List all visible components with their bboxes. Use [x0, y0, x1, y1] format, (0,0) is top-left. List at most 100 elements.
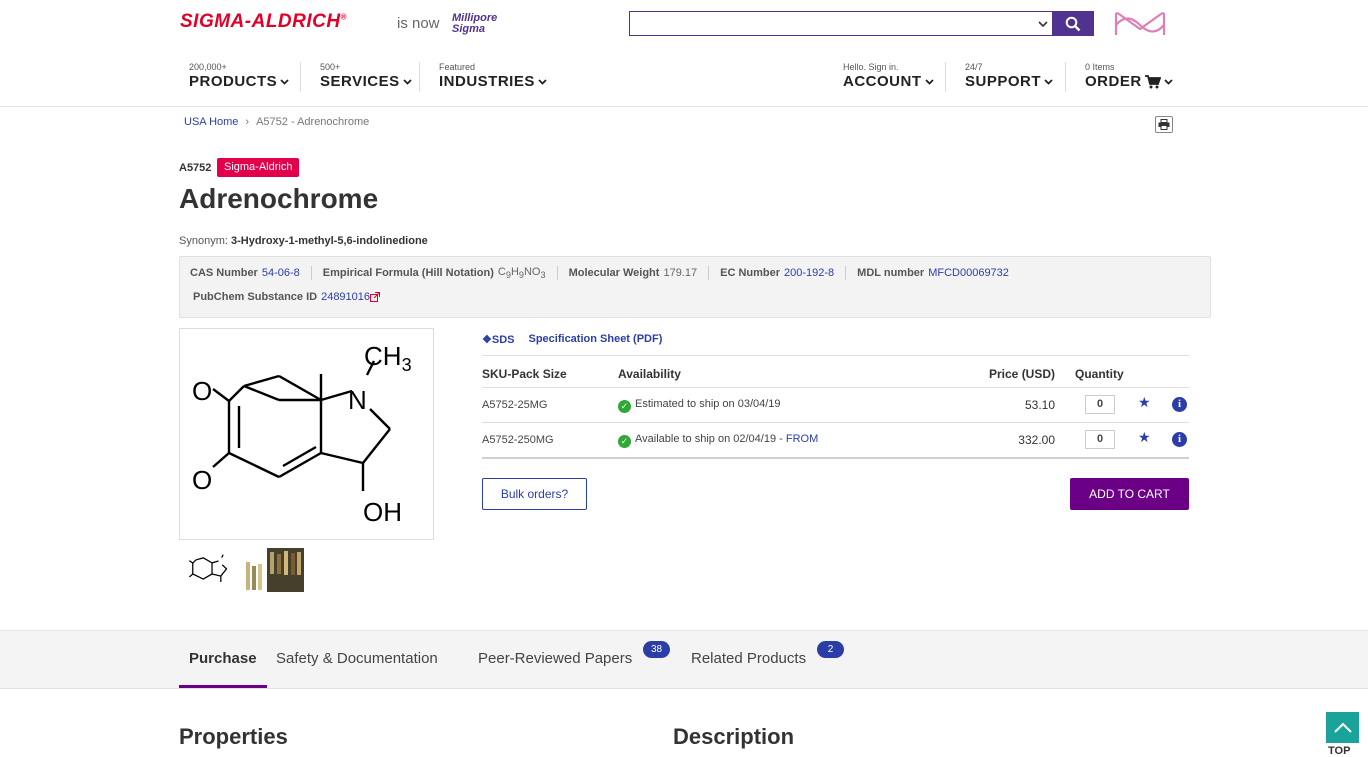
sigma-aldrich-logo[interactable]: SIGMA-ALDRICH® [180, 11, 347, 33]
ec-link[interactable]: 200-192-8 [784, 267, 834, 279]
oxygen-label-1: O [192, 376, 212, 406]
nav-services-count: 500+ [320, 62, 341, 72]
breadcrumb-home-link[interactable]: USA Home [184, 116, 238, 128]
vials-photo [244, 548, 304, 592]
merck-m-logo[interactable] [1113, 9, 1167, 39]
nav-services[interactable]: 500+ SERVICES [320, 62, 412, 91]
cart-icon [1144, 75, 1161, 89]
synonym-value: 3-Hydroxy-1-methyl-5,6-indolinedione [230, 235, 428, 247]
breadcrumb-separator: › [245, 116, 250, 128]
nav-industries[interactable]: Featured INDUSTRIES [439, 62, 547, 91]
table-row-divider [482, 422, 1189, 423]
properties-heading: Properties [179, 724, 288, 749]
sku-cell: A5752-25MG [482, 399, 548, 411]
chevron-down-icon [538, 79, 547, 85]
milliporesigma-logo-graphic: Millipore Sigma [452, 12, 497, 35]
description-heading: Description [673, 724, 795, 749]
spec-sheet-link[interactable]: Specification Sheet (PDF) [529, 333, 663, 346]
favorite-star-icon[interactable]: ★ [1138, 394, 1151, 411]
header-price: Price (USD) [989, 367, 1056, 381]
info-icon[interactable]: i [1172, 397, 1187, 412]
chevron-down-icon [924, 79, 934, 85]
chevron-up-icon [1333, 722, 1352, 733]
ec-number: EC Number 200-192-8 [708, 266, 845, 280]
formula-value: C9H9NO3 [497, 265, 546, 281]
availability-cell: ✓ Estimated to ship on 03/04/19 [618, 398, 781, 413]
quantity-input[interactable]: 0 [1085, 430, 1115, 449]
bulk-orders-button[interactable]: Bulk orders? [482, 478, 587, 510]
nav-divider [419, 62, 420, 92]
mw-value: 179.17 [663, 267, 698, 279]
back-to-top-button[interactable] [1326, 712, 1359, 743]
external-link-icon[interactable] [370, 292, 381, 302]
registered-mark: ® [340, 12, 348, 22]
is-now-text: is now [397, 15, 440, 32]
mdl-number: MDL number MFCD00069732 [845, 266, 1020, 280]
tab-related-products[interactable]: Related Products [691, 650, 806, 667]
availability-cell: ✓ Available to ship on 02/04/19 - FROM [618, 433, 818, 448]
breadcrumb: USA Home › A5752 - Adrenochrome [184, 116, 369, 128]
chevron-down-icon [280, 79, 289, 85]
cas-label: CAS Number [190, 267, 258, 279]
logo-text: SIGMA-ALDRICH [180, 11, 341, 32]
sds-label: SDS [491, 334, 515, 346]
info-icon[interactable]: i [1172, 432, 1187, 447]
mw-label: Molecular Weight [568, 267, 660, 279]
nav-products-label: PRODUCTS [189, 73, 278, 90]
document-links: ❖SDS Specification Sheet (PDF) [482, 333, 662, 346]
mdl-link[interactable]: MFCD00069732 [928, 267, 1009, 279]
product-properties-box: CAS Number 54-06-8 Empirical Formula (Hil… [179, 256, 1211, 318]
check-icon: ✓ [618, 435, 631, 448]
breadcrumb-current: A5752 - Adrenochrome [256, 116, 370, 128]
nav-account-label: ACCOUNT [843, 73, 922, 90]
nav-divider [1065, 62, 1066, 92]
tab-safety-documentation[interactable]: Safety & Documentation [276, 650, 438, 667]
cas-link[interactable]: 54-06-8 [262, 267, 300, 279]
molecular-weight: Molecular Weight 179.17 [556, 266, 709, 280]
m-logo-icon [1114, 12, 1166, 35]
site-header: SIGMA-ALDRICH® is now Millipore Sigma 20… [0, 0, 1368, 107]
cas-number: CAS Number 54-06-8 [190, 266, 311, 280]
sds-icon: ❖ [482, 334, 492, 346]
quantity-input[interactable]: 0 [1085, 395, 1115, 414]
search-button[interactable] [1052, 11, 1094, 36]
nav-products[interactable]: 200,000+ PRODUCTS [189, 62, 289, 91]
milliporesigma-logo[interactable]: Millipore Sigma [452, 11, 530, 35]
formula-label: Empirical Formula (Hill Notation) [322, 267, 494, 279]
nav-industries-label: INDUSTRIES [439, 73, 535, 90]
back-to-top-label: TOP [1328, 745, 1351, 757]
nav-products-count: 200,000+ [189, 62, 227, 72]
nav-support[interactable]: 24/7 SUPPORT [965, 62, 1053, 91]
sds-link[interactable]: ❖SDS [482, 333, 515, 346]
product-photo-thumbnail[interactable] [244, 548, 304, 592]
nitrogen-label: N [348, 385, 367, 415]
print-button[interactable] [1155, 116, 1173, 133]
empirical-formula: Empirical Formula (Hill Notation) C9H9NO3 [310, 265, 557, 281]
favorite-star-icon[interactable]: ★ [1138, 429, 1151, 446]
product-title: Adrenochrome [179, 183, 379, 214]
from-link[interactable]: FROM [786, 433, 818, 445]
methyl-label: CH3 [364, 341, 412, 375]
structure-image[interactable]: O O N CH3 OH [179, 328, 434, 540]
add-to-cart-button[interactable]: ADD TO CART [1070, 478, 1189, 510]
nav-account[interactable]: Hello. Sign in. ACCOUNT [843, 62, 934, 91]
pubchem-label: PubChem Substance ID [193, 291, 318, 303]
active-tab-indicator [179, 685, 267, 688]
nav-order-label: ORDER [1085, 73, 1142, 90]
table-bottom-divider [482, 457, 1189, 459]
nav-order-count: 0 Items [1085, 62, 1115, 72]
ec-label: EC Number [720, 267, 781, 279]
pubchem-link[interactable]: 24891016 [321, 291, 370, 303]
structure-thumbnail[interactable] [179, 548, 239, 592]
search-category-dropdown[interactable] [1034, 12, 1052, 35]
brand-badge[interactable]: Sigma-Aldrich [217, 158, 300, 177]
tab-purchase[interactable]: Purchase [189, 650, 257, 667]
tab-peer-reviewed-papers[interactable]: Peer-Reviewed Papers [478, 650, 632, 667]
nav-services-label: SERVICES [320, 73, 400, 90]
sku-cell: A5752-250MG [482, 434, 554, 446]
table-row-divider [482, 387, 1189, 388]
search-input[interactable] [630, 12, 1034, 35]
nav-order[interactable]: 0 Items ORDER [1085, 62, 1173, 91]
nav-industries-caption: Featured [439, 62, 476, 72]
hydroxyl-label: OH [363, 497, 402, 527]
